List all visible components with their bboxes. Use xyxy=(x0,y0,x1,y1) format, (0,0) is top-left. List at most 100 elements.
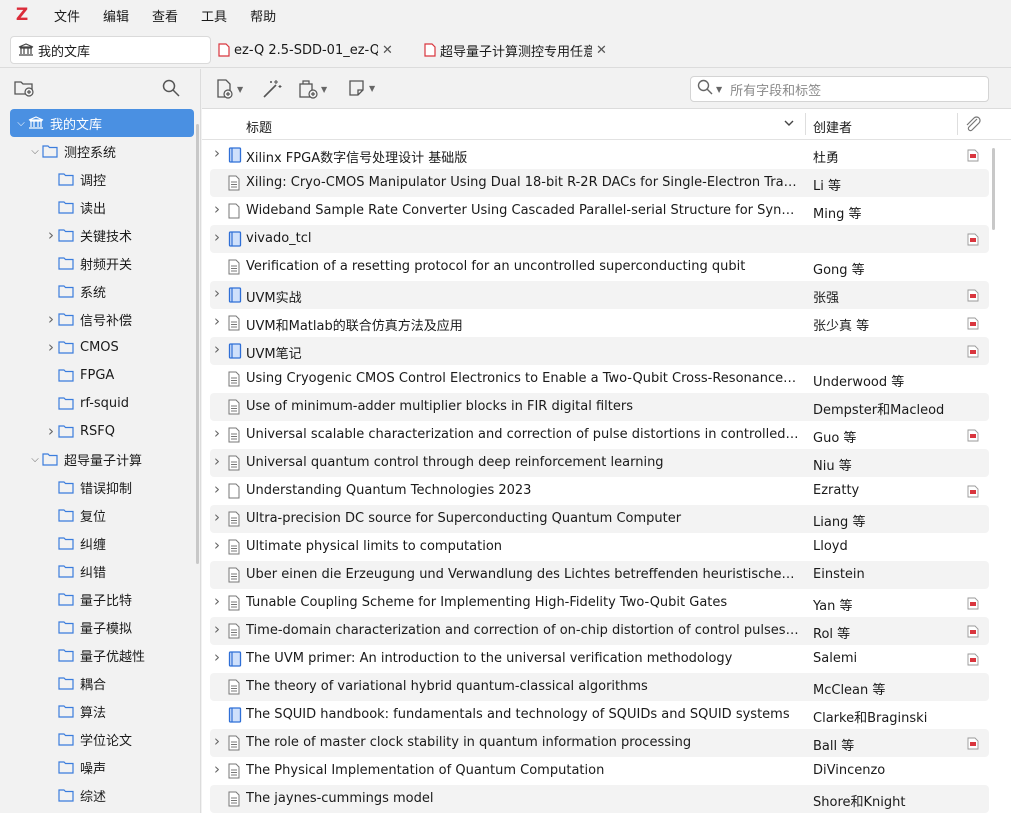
pdf-attachment-icon[interactable] xyxy=(967,429,979,446)
item-row[interactable]: › UVM笔记 xyxy=(210,337,989,365)
collection-item[interactable]: rf-squid xyxy=(0,389,196,417)
item-row[interactable]: › Ultra-precision DC source for Supercond… xyxy=(210,505,989,533)
attachment-column-icon[interactable] xyxy=(964,116,982,136)
collection-item[interactable]: 量子比特 xyxy=(0,585,196,613)
tab-pdf-ezq[interactable]: ez-Q 2.5-SDD-01_ez-Q 2.5 ✕ xyxy=(218,36,408,64)
collection-item[interactable]: 系统 xyxy=(0,277,196,305)
magic-wand-icon[interactable] xyxy=(262,79,282,99)
chevron-down-icon[interactable]: ⌵ xyxy=(28,454,42,465)
tab-pdf-awg[interactable]: 超导量子计算测控专用任意波形发生器 ✕ xyxy=(424,36,614,64)
collection-item[interactable]: 学位论文 xyxy=(0,725,196,753)
pdf-attachment-icon[interactable] xyxy=(967,233,979,250)
menu-help[interactable]: 帮助 xyxy=(240,6,289,25)
collection-item[interactable]: 量子优越性 xyxy=(0,641,196,669)
chevron-right-icon[interactable]: › xyxy=(44,422,58,440)
pdf-attachment-icon[interactable] xyxy=(967,149,979,166)
search-input[interactable]: ▼ 所有字段和标签 xyxy=(690,76,989,102)
item-row[interactable]: Use of minimum-adder multiplier blocks i… xyxy=(210,393,989,421)
new-collection-icon[interactable] xyxy=(14,79,34,101)
menu-view[interactable]: 查看 xyxy=(142,6,191,25)
collection-item[interactable]: 噪声 xyxy=(0,753,196,781)
collection-item[interactable]: FPGA xyxy=(0,361,196,389)
items-scrollbar[interactable] xyxy=(992,148,995,230)
item-row[interactable]: › Wideband Sample Rate Converter Using Ca… xyxy=(202,197,1002,225)
collection-item[interactable]: 调控 xyxy=(0,165,196,193)
pdf-attachment-icon[interactable] xyxy=(967,485,979,502)
chevron-right-icon[interactable]: › xyxy=(214,480,220,498)
menu-tools[interactable]: 工具 xyxy=(191,6,240,25)
new-item-button[interactable]: ▼ xyxy=(216,79,243,99)
chevron-down-icon[interactable]: ⌵ xyxy=(14,118,28,129)
chevron-right-icon[interactable]: › xyxy=(44,338,58,356)
chevron-right-icon[interactable]: › xyxy=(214,424,220,442)
item-row[interactable]: › Ultimate physical limits to computation… xyxy=(202,533,1002,561)
item-row[interactable]: › Tunable Coupling Scheme for Implementin… xyxy=(202,589,1002,617)
collection-item[interactable]: › RSFQ xyxy=(0,417,196,445)
close-icon[interactable]: ✕ xyxy=(596,43,607,58)
item-row[interactable]: › Universal quantum control through deep … xyxy=(210,449,989,477)
collection-item[interactable]: 综述 xyxy=(0,781,196,809)
chevron-right-icon[interactable]: › xyxy=(214,732,220,750)
chevron-down-icon[interactable]: ▼ xyxy=(716,85,722,94)
collection-item[interactable]: 错误抑制 xyxy=(0,473,196,501)
collection-item[interactable]: 纠错 xyxy=(0,557,196,585)
item-row[interactable]: › Xilinx FPGA数字信号处理设计 基础版 杜勇 xyxy=(202,141,1002,169)
collection-item[interactable]: ⌵ 测控系统 xyxy=(0,137,196,165)
chevron-right-icon[interactable]: › xyxy=(214,200,220,218)
collection-item[interactable]: 纠缠 xyxy=(0,529,196,557)
item-row[interactable]: Xiling: Cryo-CMOS Manipulator Using Dual… xyxy=(210,169,989,197)
item-row[interactable]: › The Physical Implementation of Quantum … xyxy=(202,757,1002,785)
pdf-attachment-icon[interactable] xyxy=(967,625,979,642)
chevron-right-icon[interactable]: › xyxy=(44,226,58,244)
chevron-right-icon[interactable]: › xyxy=(214,228,220,246)
collection-item[interactable]: 读出 xyxy=(0,193,196,221)
collection-item[interactable]: ⌵ 超导量子计算 xyxy=(0,445,196,473)
collection-item[interactable]: › 关键技术 xyxy=(0,221,196,249)
item-row[interactable]: The SQUID handbook: fundamentals and tec… xyxy=(202,701,1002,729)
item-row[interactable]: Using Cryogenic CMOS Control Electronics… xyxy=(202,365,1002,393)
item-row[interactable]: › Understanding Quantum Technologies 2023… xyxy=(202,477,1002,505)
collection-item[interactable]: 射频开关 xyxy=(0,249,196,277)
pdf-attachment-icon[interactable] xyxy=(967,653,979,670)
pdf-attachment-icon[interactable] xyxy=(967,737,979,754)
item-row[interactable]: The jaynes-cummings model Shore和Knight xyxy=(210,785,989,813)
column-divider[interactable] xyxy=(805,113,806,135)
collection-item[interactable]: › CMOS xyxy=(0,333,196,361)
item-row[interactable]: › UVM实战 张强 xyxy=(210,281,989,309)
chevron-down-icon[interactable]: ⌵ xyxy=(28,146,42,157)
pdf-attachment-icon[interactable] xyxy=(967,345,979,362)
chevron-right-icon[interactable]: › xyxy=(214,620,220,638)
chevron-right-icon[interactable]: › xyxy=(44,310,58,328)
item-row[interactable]: › UVM和Matlab的联合仿真方法及应用 张少真 等 xyxy=(202,309,1002,337)
chevron-right-icon[interactable]: › xyxy=(214,760,220,778)
chevron-right-icon[interactable]: › xyxy=(214,508,220,526)
chevron-down-icon[interactable] xyxy=(784,116,794,131)
column-title[interactable]: 标题 xyxy=(246,117,272,136)
chevron-right-icon[interactable]: › xyxy=(214,144,220,162)
close-icon[interactable]: ✕ xyxy=(382,43,393,58)
menu-file[interactable]: 文件 xyxy=(44,6,93,25)
item-row[interactable]: › The role of master clock stability in q… xyxy=(210,729,989,757)
chevron-right-icon[interactable]: › xyxy=(214,312,220,330)
add-attachment-button[interactable]: ▼ xyxy=(298,79,327,99)
tab-my-library[interactable]: 我的文库 xyxy=(10,36,211,64)
search-icon[interactable] xyxy=(162,79,180,101)
pdf-attachment-icon[interactable] xyxy=(967,289,979,306)
item-row[interactable]: › Universal scalable characterization and… xyxy=(202,421,1002,449)
chevron-right-icon[interactable]: › xyxy=(214,648,220,666)
column-divider[interactable] xyxy=(957,113,958,135)
menu-edit[interactable]: 编辑 xyxy=(93,6,142,25)
pdf-attachment-icon[interactable] xyxy=(967,597,979,614)
chevron-right-icon[interactable]: › xyxy=(214,536,220,554)
item-row[interactable]: The theory of variational hybrid quantum… xyxy=(210,673,989,701)
item-row[interactable]: Über einen die Erzeugung und Verwandlung… xyxy=(210,561,989,589)
collection-item[interactable]: 耦合 xyxy=(0,669,196,697)
collection-item[interactable]: ⌵ 我的文库 xyxy=(10,109,194,137)
item-row[interactable]: › vivado_tcl xyxy=(210,225,989,253)
new-note-button[interactable]: ▼ xyxy=(348,79,375,97)
item-row[interactable]: Verification of a resetting protocol for… xyxy=(202,253,1002,281)
collection-item[interactable]: 量子模拟 xyxy=(0,613,196,641)
chevron-right-icon[interactable]: › xyxy=(214,340,220,358)
chevron-right-icon[interactable]: › xyxy=(214,592,220,610)
collection-item[interactable]: 复位 xyxy=(0,501,196,529)
